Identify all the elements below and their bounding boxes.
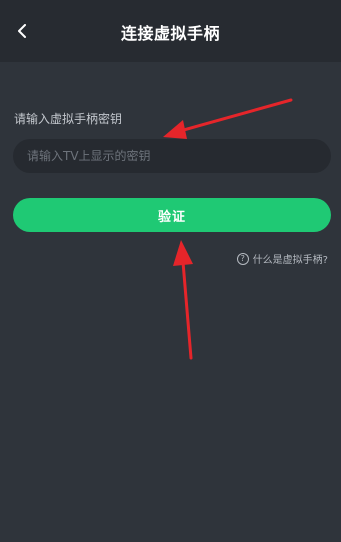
annotation-arrow-to-button — [173, 240, 193, 360]
annotation-overlay — [163, 98, 293, 360]
annotation-arrow-to-input — [163, 98, 293, 139]
screen: 连接虚拟手柄 请输入虚拟手柄密钥 验证 ? 什么是虚拟手柄? — [0, 0, 341, 542]
